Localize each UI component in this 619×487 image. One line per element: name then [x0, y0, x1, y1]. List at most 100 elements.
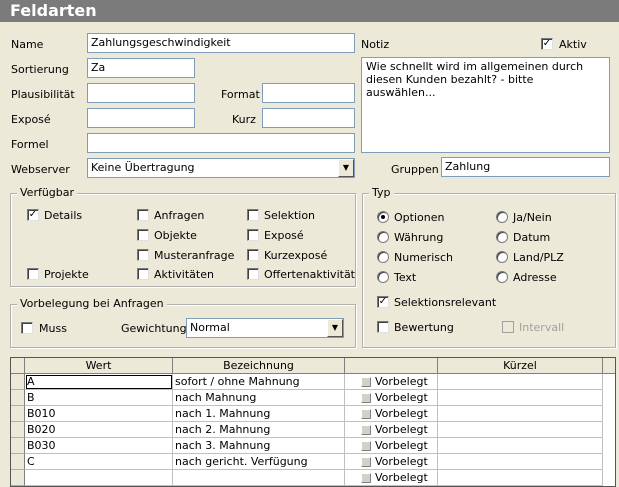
cell-vorbelegt[interactable]: Vorbelegt — [345, 406, 438, 422]
vorbelegt-label: Vorbelegt — [375, 375, 428, 388]
cell-vorbelegt[interactable]: Vorbelegt — [345, 422, 438, 438]
column-header-bezeichnung[interactable]: Bezeichnung — [173, 358, 345, 374]
adresse-label: Adresse — [513, 271, 557, 284]
muss-checkbox[interactable] — [21, 322, 33, 334]
checkmark-icon: ✓ — [378, 296, 388, 307]
aktivitaeten-checkbox[interactable] — [137, 268, 149, 280]
notiz-label: Notiz — [361, 38, 390, 51]
optionen-label: Optionen — [394, 211, 445, 224]
verfuegbar-title: Verfügbar — [17, 186, 78, 199]
formel-field[interactable] — [87, 133, 355, 153]
expose-field[interactable] — [87, 108, 195, 128]
webserver-select[interactable]: Keine Übertragung ▼ — [87, 158, 355, 178]
projekte-checkbox[interactable] — [27, 268, 39, 280]
selektionsrelevant-checkbox[interactable]: ✓ — [377, 296, 389, 308]
cell-vorbelegt[interactable]: Vorbelegt — [345, 390, 438, 406]
kurzexpose-checkbox[interactable] — [247, 249, 259, 261]
details-checkbox[interactable]: ✓ — [27, 209, 39, 221]
cell-bezeichnung[interactable]: nach 2. Mahnung — [173, 422, 345, 438]
vorbelegt-checkbox[interactable] — [361, 473, 371, 483]
optionen-radio[interactable] — [377, 211, 389, 223]
anfragen-checkbox[interactable] — [137, 209, 149, 221]
name-field[interactable]: Zahlungsgeschwindigkeit — [87, 33, 355, 53]
aktiv-checkbox[interactable]: ✓ — [541, 38, 553, 50]
text-radio[interactable] — [377, 271, 389, 283]
cell-kuerzel[interactable] — [438, 390, 603, 406]
numerisch-radio[interactable] — [377, 251, 389, 263]
vorbelegt-checkbox[interactable] — [361, 393, 371, 403]
cell-kuerzel[interactable] — [438, 422, 603, 438]
selektion-checkbox[interactable] — [247, 209, 259, 221]
vorbelegt-checkbox[interactable] — [361, 409, 371, 419]
cell-kuerzel[interactable] — [438, 374, 603, 390]
vorbelegt-checkbox[interactable] — [361, 457, 371, 467]
gewichtung-select[interactable]: Normal ▼ — [186, 318, 344, 338]
vorbelegt-checkbox[interactable] — [361, 377, 371, 387]
vorbelegt-label: Vorbelegt — [375, 439, 428, 452]
waehrung-radio[interactable] — [377, 231, 389, 243]
cell-vorbelegt[interactable]: Vorbelegt — [345, 470, 438, 486]
row-selector[interactable] — [11, 390, 25, 406]
formel-label: Formel — [11, 138, 49, 151]
format-label: Format — [221, 88, 260, 101]
row-selector[interactable] — [11, 470, 25, 486]
janein-label: Ja/Nein — [513, 211, 552, 224]
gruppen-field[interactable]: Zahlung — [441, 157, 610, 177]
musteranfrage-checkbox[interactable] — [137, 249, 149, 261]
cell-bezeichnung[interactable]: nach gericht. Verfügung — [173, 454, 345, 470]
column-header-vorbelegt[interactable] — [345, 358, 438, 374]
kurz-field[interactable] — [262, 108, 355, 128]
row-selector[interactable] — [11, 454, 25, 470]
adresse-radio[interactable] — [496, 271, 508, 283]
chevron-down-icon[interactable]: ▼ — [338, 159, 354, 177]
cell-bezeichnung[interactable] — [173, 470, 345, 486]
expose-checkbox[interactable] — [247, 229, 259, 241]
cell-bezeichnung[interactable]: nach 1. Mahnung — [173, 406, 345, 422]
window-title: Feldarten — [0, 0, 619, 22]
cell-wert[interactable]: B030 — [25, 438, 173, 454]
cell-wert[interactable]: B010 — [25, 406, 173, 422]
cell-kuerzel[interactable] — [438, 406, 603, 422]
gewichtung-value: Normal — [190, 321, 230, 334]
row-selector[interactable] — [11, 406, 25, 422]
webserver-label: Webserver — [11, 163, 70, 176]
bewertung-checkbox[interactable] — [377, 321, 389, 333]
vorbelegung-title: Vorbelegung bei Anfragen — [17, 297, 167, 310]
offertenaktivitaet-label: Offertenaktivität — [264, 268, 355, 281]
row-selector[interactable] — [11, 438, 25, 454]
cell-wert[interactable]: A — [25, 374, 173, 390]
plausibilitaet-field[interactable] — [87, 83, 195, 103]
column-header-kuerzel[interactable]: Kürzel — [438, 358, 603, 374]
offertenaktivitaet-checkbox[interactable] — [247, 268, 259, 280]
notiz-textarea[interactable]: Wie schnellt wird im allgemeinen durch d… — [361, 57, 610, 153]
row-selector[interactable] — [11, 374, 25, 390]
datum-radio[interactable] — [496, 231, 508, 243]
vorbelegt-checkbox[interactable] — [361, 425, 371, 435]
selektionsrelevant-label: Selektionsrelevant — [394, 296, 497, 309]
cell-wert[interactable] — [25, 470, 173, 486]
cell-wert[interactable]: C — [25, 454, 173, 470]
vorbelegt-checkbox[interactable] — [361, 441, 371, 451]
cell-bezeichnung[interactable]: nach 3. Mahnung — [173, 438, 345, 454]
kurzexpose-label: Kurzexposé — [264, 249, 328, 262]
objekte-checkbox[interactable] — [137, 229, 149, 241]
cell-vorbelegt[interactable]: Vorbelegt — [345, 454, 438, 470]
format-field[interactable] — [262, 83, 355, 103]
cell-wert[interactable]: B — [25, 390, 173, 406]
column-header-wert[interactable]: Wert — [25, 358, 173, 374]
landplz-radio[interactable] — [496, 251, 508, 263]
cell-wert[interactable]: B020 — [25, 422, 173, 438]
cell-bezeichnung[interactable]: nach Mahnung — [173, 390, 345, 406]
sortierung-field[interactable]: Za — [87, 58, 195, 78]
cell-kuerzel[interactable] — [438, 470, 603, 486]
cell-kuerzel[interactable] — [438, 454, 603, 470]
cell-vorbelegt[interactable]: Vorbelegt — [345, 374, 438, 390]
row-selector[interactable] — [11, 422, 25, 438]
cell-kuerzel[interactable] — [438, 438, 603, 454]
checkmark-icon: ✓ — [542, 38, 552, 49]
chevron-down-icon[interactable]: ▼ — [327, 319, 343, 337]
cell-bezeichnung[interactable]: sofort / ohne Mahnung — [173, 374, 345, 390]
cell-vorbelegt[interactable]: Vorbelegt — [345, 438, 438, 454]
muss-label: Muss — [39, 322, 67, 335]
janein-radio[interactable] — [496, 211, 508, 223]
